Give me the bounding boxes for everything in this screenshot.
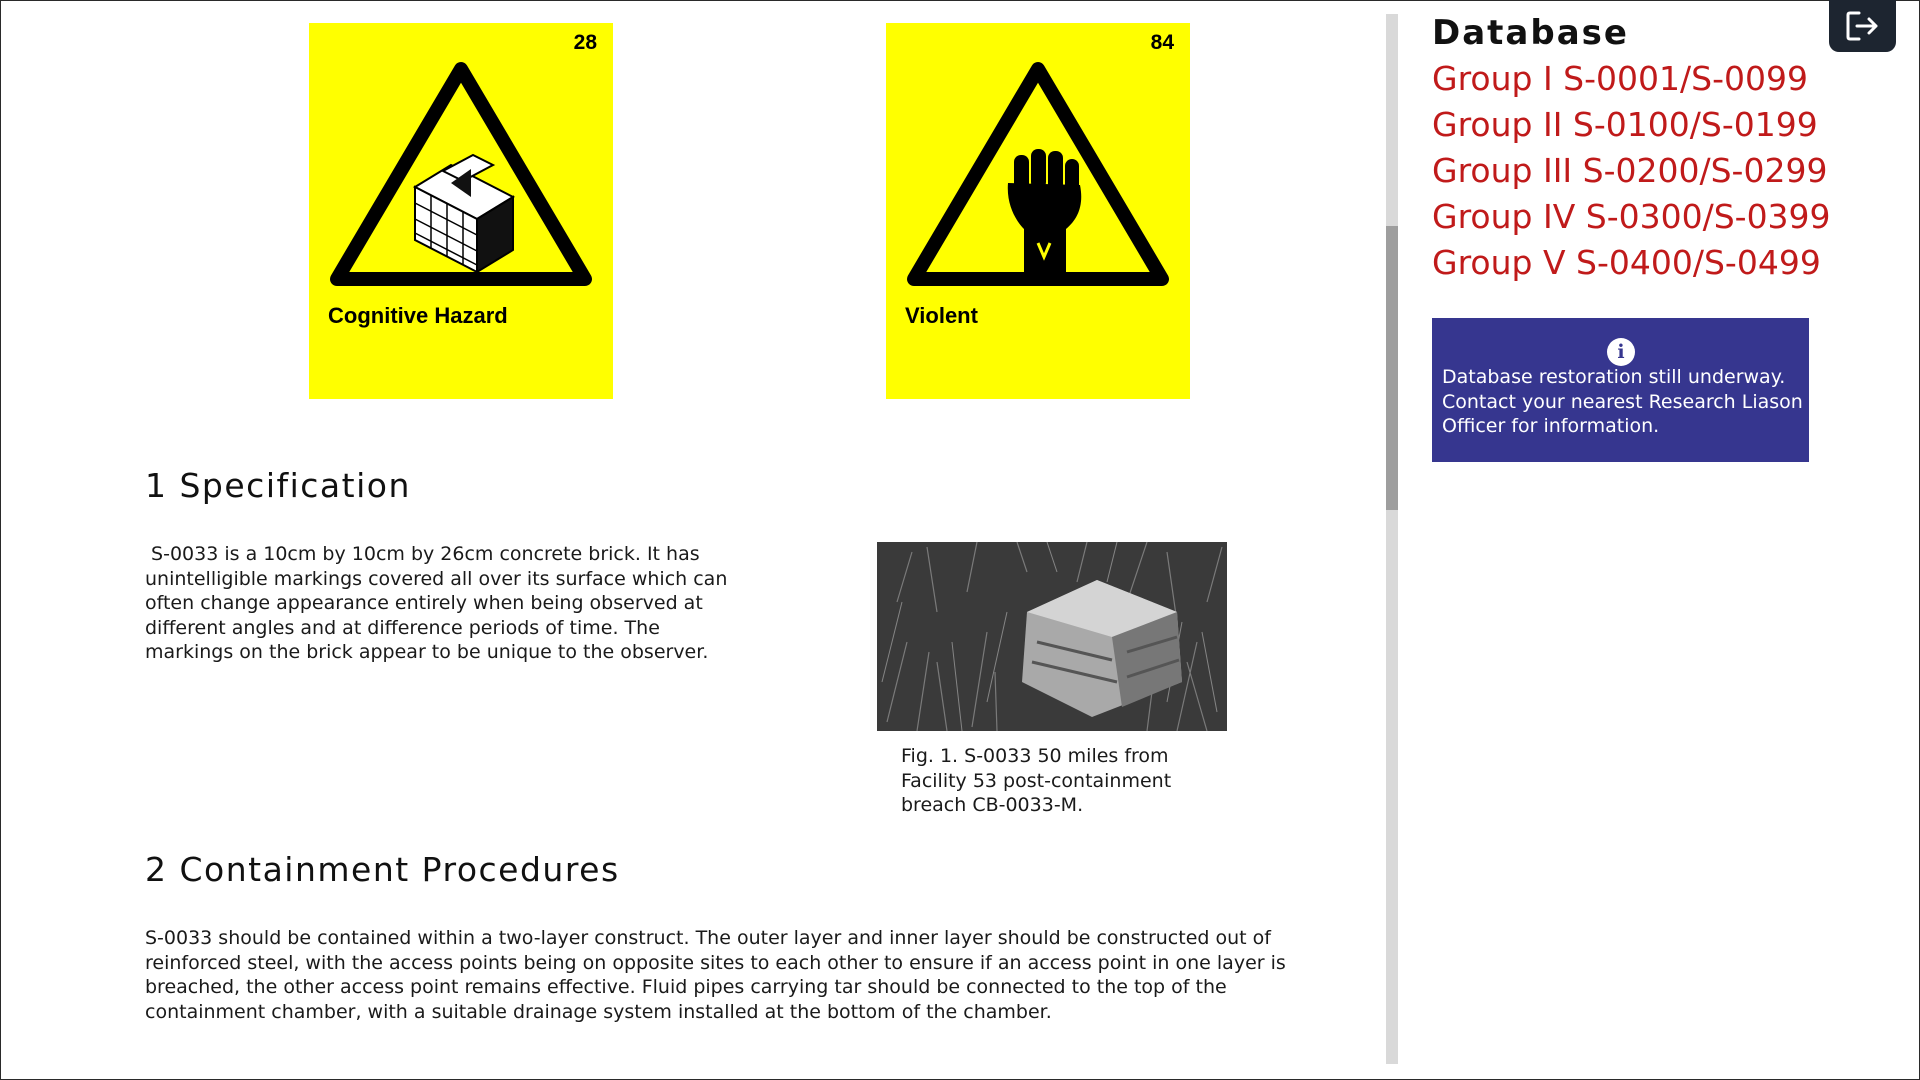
info-icon: i: [1607, 338, 1635, 366]
containment-heading: 2 Containment Procedures: [145, 850, 620, 889]
hazard-card-violent: 84 Violent: [886, 23, 1190, 399]
database-title: Database: [1432, 13, 1629, 53]
warning-triangle-icon: [907, 62, 1169, 286]
group-link-3[interactable]: Group III S-0200/S-0299: [1432, 148, 1831, 194]
group-link-2[interactable]: Group II S-0100/S-0199: [1432, 102, 1831, 148]
impossible-brick-staircase-icon: [412, 153, 516, 274]
restoration-notice: i Database restoration still underway. C…: [1432, 318, 1809, 462]
brick-photo: [877, 542, 1227, 731]
hazard-card-cognitive: 28 Cognitive Hazard: [309, 23, 613, 399]
scrollbar-track[interactable]: [1386, 14, 1398, 1064]
raised-fist-icon: [1007, 149, 1082, 281]
group-link-5[interactable]: Group V S-0400/S-0499: [1432, 240, 1831, 286]
group-link-1[interactable]: Group I S-0001/S-0099: [1432, 56, 1831, 102]
logout-icon: [1846, 11, 1878, 41]
specification-text: S-0033 is a 10cm by 10cm by 26cm concret…: [145, 543, 734, 664]
figure-caption: Fig. 1. S-0033 50 miles from Facility 53…: [901, 745, 1172, 817]
database-group-list: Group I S-0001/S-0099 Group II S-0100/S-…: [1432, 56, 1831, 286]
containment-text: S-0033 should be contained within a two-…: [145, 927, 1286, 1023]
notice-text: Database restoration still underway. Con…: [1442, 366, 1803, 438]
logout-button[interactable]: [1829, 0, 1896, 52]
specification-heading: 1 Specification: [145, 466, 411, 505]
group-link-4[interactable]: Group IV S-0300/S-0399: [1432, 194, 1831, 240]
card-label: Cognitive Hazard: [328, 303, 508, 328]
scrollbar-thumb[interactable]: [1386, 226, 1398, 510]
warning-triangle-icon: [330, 62, 592, 286]
card-label: Violent: [905, 303, 978, 328]
